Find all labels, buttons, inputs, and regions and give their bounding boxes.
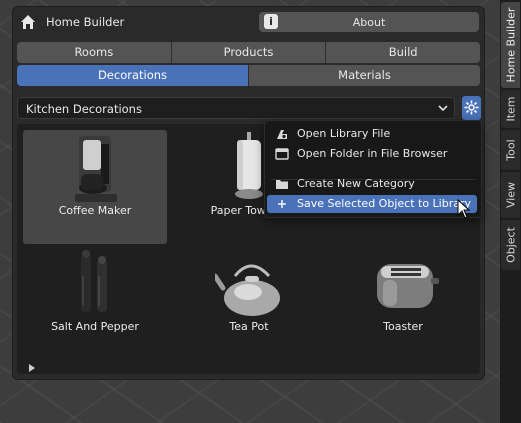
- sidebar-tab-label: Item: [504, 96, 517, 122]
- menu-item-open-library-file[interactable]: Open Library File: [267, 125, 477, 143]
- mouse-cursor-icon: [457, 199, 471, 219]
- menu-item-open-folder[interactable]: Open Folder in File Browser: [267, 145, 477, 163]
- menu-item-save-selected[interactable]: Save Selected Object to Library: [267, 195, 477, 213]
- menu-item-create-category[interactable]: Create New Category: [267, 175, 477, 193]
- sidebar-tab-view[interactable]: View: [501, 172, 520, 218]
- tab-products[interactable]: Products: [171, 42, 327, 63]
- library-options-button[interactable]: [462, 96, 481, 120]
- panel-title: Home Builder: [46, 15, 125, 29]
- asset-coffee-maker[interactable]: Coffee Maker: [23, 130, 167, 244]
- asset-label: Coffee Maker: [58, 204, 132, 217]
- sidebar-tab-label: Home Builder: [504, 7, 517, 83]
- paper-towel-thumbnail: [235, 132, 263, 199]
- home-icon: [21, 15, 35, 29]
- blender-file-icon: [277, 130, 287, 139]
- asset-label: Tea Pot: [229, 320, 269, 333]
- info-icon: i: [264, 14, 278, 29]
- chevron-down-icon: [438, 105, 448, 112]
- sidebar-tab-home-builder[interactable]: Home Builder: [501, 2, 520, 88]
- panel-header: Home Builder i About: [18, 12, 479, 34]
- dropdown-value: Kitchen Decorations: [26, 102, 142, 116]
- menu-item-label: Open Library File: [297, 127, 391, 140]
- sidebar-tab-label: View: [504, 181, 517, 209]
- tea-pot-thumbnail: [215, 264, 280, 316]
- plus-icon: [278, 200, 286, 208]
- asset-toaster[interactable]: Toaster: [331, 246, 475, 360]
- about-button-label: About: [352, 15, 386, 29]
- gear-icon: [464, 100, 479, 115]
- sidebar-tab-label: Tool: [504, 139, 517, 161]
- file-browser-icon: [275, 148, 289, 160]
- menu-item-label: Open Folder in File Browser: [297, 147, 448, 160]
- sidebar-tab-object[interactable]: Object: [501, 220, 520, 270]
- tab-build[interactable]: Build: [326, 42, 481, 63]
- expand-triangle-icon[interactable]: [29, 364, 35, 372]
- folder-icon: [276, 180, 288, 189]
- salt-pepper-thumbnail: [81, 250, 107, 312]
- asset-label: Toaster: [383, 320, 423, 333]
- toaster-thumbnail: [377, 264, 439, 308]
- tab-decorations[interactable]: Decorations: [17, 65, 249, 86]
- sidebar-tab-item[interactable]: Item: [501, 90, 520, 128]
- library-context-menu: Open Library File Open Folder in File Br…: [264, 120, 482, 218]
- tab-rooms[interactable]: Rooms: [17, 42, 172, 63]
- asset-salt-and-pepper[interactable]: Salt And Pepper: [23, 246, 167, 360]
- sidebar-tab-strip: Home Builder Item Tool View Object: [500, 0, 521, 423]
- asset-tea-pot[interactable]: Tea Pot: [177, 246, 321, 360]
- sidebar-tab-tool[interactable]: Tool: [501, 130, 520, 170]
- tab-row-1: Rooms Products Build: [17, 42, 481, 63]
- tab-row-2: Decorations Materials: [17, 65, 480, 86]
- sidebar-tab-label: Object: [504, 227, 517, 263]
- coffee-maker-thumbnail: [75, 136, 117, 202]
- tab-materials[interactable]: Materials: [249, 65, 480, 86]
- menu-item-label: Save Selected Object to Library: [297, 197, 472, 210]
- category-tabs: Rooms Products Build Decorations Materia…: [17, 42, 481, 88]
- library-category-dropdown[interactable]: Kitchen Decorations: [17, 97, 455, 119]
- about-button[interactable]: i About: [259, 12, 479, 32]
- asset-label: Salt And Pepper: [51, 320, 139, 333]
- menu-item-label: Create New Category: [297, 177, 415, 190]
